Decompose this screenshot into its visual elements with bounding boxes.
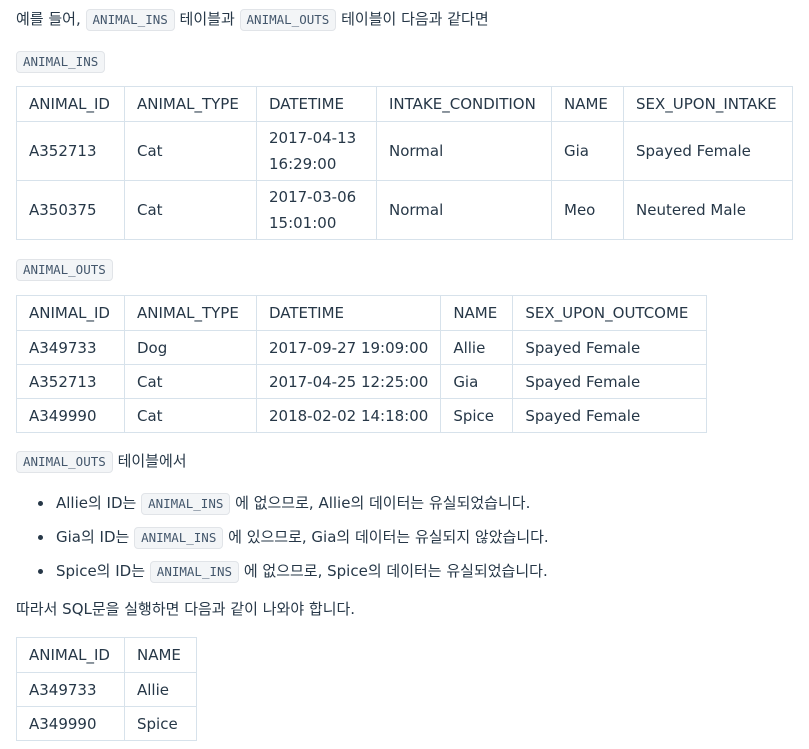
table-cell: A349733 <box>16 330 125 365</box>
table-cell: Cat <box>124 180 257 240</box>
table-cell: Gia <box>551 121 624 181</box>
table-cell: Cat <box>124 121 257 181</box>
table-cell-datetime: 2017-03-06 15:01:00 <box>256 180 377 240</box>
animal-ins-table: ANIMAL_ID ANIMAL_TYPE DATETIME INTAKE_CO… <box>16 86 793 240</box>
table-row: A349990 Cat 2018-02-02 14:18:00 Spice Sp… <box>16 398 708 433</box>
table-cell-datetime: 2017-04-13 16:29:00 <box>256 121 377 181</box>
table-cell: 2017-04-25 12:25:00 <box>255 364 442 399</box>
table-cell: A350375 <box>16 180 125 240</box>
intro-prefix: 예를 들어, <box>16 10 86 28</box>
table-cell: Spayed Female <box>623 121 793 181</box>
bullet-text: Gia의 ID는 <box>56 528 135 546</box>
column-header: INTAKE_CONDITION <box>376 86 552 122</box>
table-cell: Gia <box>440 364 514 399</box>
table-cell: 2017-09-27 19:09:00 <box>255 330 442 365</box>
table-header-row: ANIMAL_ID ANIMAL_TYPE DATETIME NAME SEX_… <box>16 295 708 331</box>
table-row: A349733 Dog 2017-09-27 19:09:00 Allie Sp… <box>16 330 708 365</box>
list-item: Spice의 ID는 ANIMAL_INS 에 없으므로, Spice의 데이터… <box>0 554 549 588</box>
table-cell: Spayed Female <box>512 330 708 365</box>
table-cell: Spice <box>440 398 514 433</box>
bullet-text: Spice의 ID는 <box>56 562 150 580</box>
animal-outs-table: ANIMAL_ID ANIMAL_TYPE DATETIME NAME SEX_… <box>16 295 708 433</box>
list-item: Allie의 ID는 ANIMAL_INS 에 없으므로, Allie의 데이터… <box>0 486 549 520</box>
outs-table-caption: ANIMAL_OUTS <box>16 258 113 281</box>
table-header-row: ANIMAL_ID ANIMAL_TYPE DATETIME INTAKE_CO… <box>16 86 793 122</box>
bullet-text: Allie의 ID는 <box>56 494 142 512</box>
table-cell: Dog <box>124 330 257 365</box>
table-cell: Spayed Female <box>512 398 708 433</box>
inline-code-animal-outs: ANIMAL_OUTS <box>16 451 113 473</box>
bullet-text: 에 있으므로, Gia의 데이터는 유실되지 않았습니다. <box>223 528 549 546</box>
inline-code-animal-ins: ANIMAL_INS <box>141 493 231 515</box>
column-header: NAME <box>551 86 624 122</box>
table-row: A349990 Spice <box>16 706 197 741</box>
intro-mid: 테이블과 <box>174 10 240 28</box>
bullet-text: 에 없으므로, Spice의 데이터는 유실되었습니다. <box>239 562 548 580</box>
outs-table-label: ANIMAL_OUTS <box>16 259 113 281</box>
date-part: 2017-03-06 <box>269 188 357 206</box>
table-cell: 2018-02-02 14:18:00 <box>255 398 442 433</box>
column-header: DATETIME <box>256 86 377 122</box>
column-header: ANIMAL_ID <box>16 295 125 331</box>
column-header: ANIMAL_TYPE <box>124 295 257 331</box>
table-header-row: ANIMAL_ID NAME <box>16 637 197 673</box>
problem-description: 예를 들어, ANIMAL_INS 테이블과 ANIMAL_OUTS 테이블이 … <box>0 0 809 749</box>
column-header: DATETIME <box>255 295 442 331</box>
inline-code-animal-outs: ANIMAL_OUTS <box>239 9 337 31</box>
table-row: A350375 Cat 2017-03-06 15:01:00 Normal Me… <box>16 180 793 240</box>
outs-note-paragraph: ANIMAL_OUTS 테이블에서 <box>16 450 187 473</box>
table-cell: Meo <box>551 180 624 240</box>
table-row: A352713 Cat 2017-04-25 12:25:00 Gia Spay… <box>16 364 708 399</box>
column-header: ANIMAL_ID <box>16 86 125 122</box>
table-cell: Neutered Male <box>623 180 793 240</box>
column-header: ANIMAL_TYPE <box>124 86 257 122</box>
table-cell: Cat <box>124 398 257 433</box>
table-cell: A352713 <box>16 364 125 399</box>
list-item: Gia의 ID는 ANIMAL_INS 에 있으므로, Gia의 데이터는 유실… <box>0 520 549 554</box>
inline-code-animal-ins: ANIMAL_INS <box>85 9 175 31</box>
column-header: NAME <box>124 637 197 673</box>
time-part: 16:29:00 <box>269 155 337 173</box>
table-cell: Spayed Female <box>512 364 708 399</box>
intro-suffix: 테이블이 다음과 같다면 <box>336 10 489 28</box>
inline-code-animal-ins: ANIMAL_INS <box>149 561 240 583</box>
result-table: ANIMAL_ID NAME A349733 Allie A349990 Spi… <box>16 637 197 741</box>
column-header: ANIMAL_ID <box>16 637 125 673</box>
column-header: NAME <box>440 295 514 331</box>
table-cell: A352713 <box>16 121 125 181</box>
column-header: SEX_UPON_OUTCOME <box>512 295 708 331</box>
table-cell: Allie <box>440 330 514 365</box>
table-cell: A349733 <box>16 672 125 707</box>
table-row: A349733 Allie <box>16 672 197 707</box>
time-part: 15:01:00 <box>269 214 337 232</box>
table-cell: Allie <box>124 672 197 707</box>
bullet-text: 에 없으므로, Allie의 데이터는 유실되었습니다. <box>230 494 531 512</box>
column-header: SEX_UPON_INTAKE <box>623 86 793 122</box>
date-part: 2017-04-13 <box>269 129 357 147</box>
outs-note-text: 테이블에서 <box>112 452 187 470</box>
ins-table-caption: ANIMAL_INS <box>16 50 106 73</box>
table-cell: Cat <box>124 364 257 399</box>
table-cell: A349990 <box>16 706 125 741</box>
table-cell: A349990 <box>16 398 125 433</box>
table-row: A352713 Cat 2017-04-13 16:29:00 Normal Gi… <box>16 121 793 181</box>
table-cell: Normal <box>376 180 552 240</box>
intro-paragraph: 예를 들어, ANIMAL_INS 테이블과 ANIMAL_OUTS 테이블이 … <box>16 8 489 31</box>
inline-code-animal-ins: ANIMAL_INS <box>134 527 224 549</box>
table-cell: Spice <box>124 706 197 741</box>
ins-table-label: ANIMAL_INS <box>16 51 106 73</box>
table-cell: Normal <box>376 121 552 181</box>
explanation-list: Allie의 ID는 ANIMAL_INS 에 없으므로, Allie의 데이터… <box>0 486 549 588</box>
conclusion-paragraph: 따라서 SQL문을 실행하면 다음과 같이 나와야 합니다. <box>16 600 356 618</box>
